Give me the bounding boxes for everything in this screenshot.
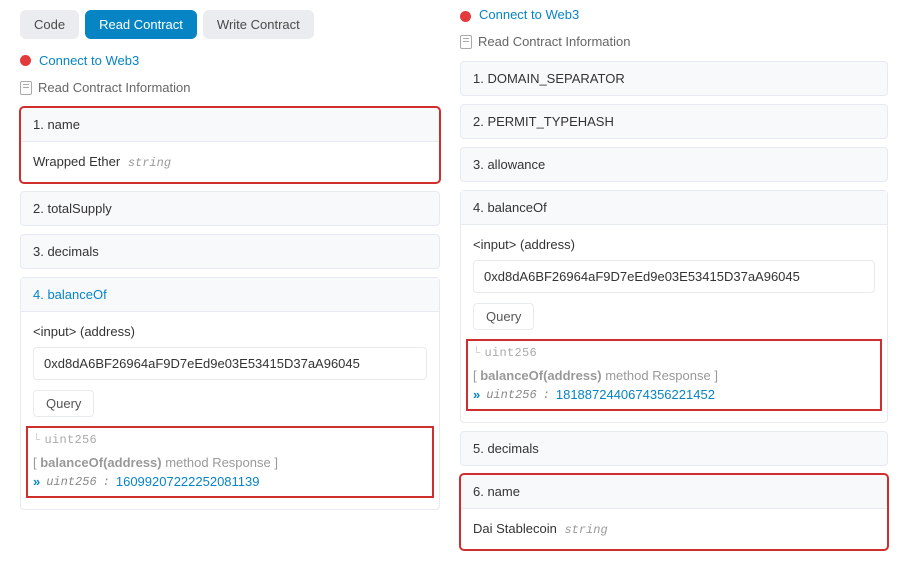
balance-of-result: └ uint256 [ balanceOf(address) method Re…: [467, 340, 881, 410]
read-contract-info-label: Read Contract Information: [478, 34, 630, 49]
method-balance-of-body: <input> (address) Query └ uint256 [ bala…: [21, 312, 439, 509]
double-arrow-icon: »: [33, 474, 40, 489]
method-balance-of: 4. balanceOf <input> (address) Query └ u…: [20, 277, 440, 510]
method-domain-separator[interactable]: 1. DOMAIN_SEPARATOR: [460, 61, 888, 96]
connect-web3-row[interactable]: Connect to Web3: [20, 53, 440, 68]
method-decimals[interactable]: 5. decimals: [460, 431, 888, 466]
read-contract-info-row: Read Contract Information: [20, 80, 440, 95]
response-method: balanceOf(address): [40, 455, 161, 470]
tab-read-contract[interactable]: Read Contract: [85, 10, 197, 39]
method-balance-of-body: <input> (address) Query └ uint256 [ bala…: [461, 225, 887, 422]
tab-write-contract[interactable]: Write Contract: [203, 10, 314, 39]
balance-of-input-label: <input> (address): [33, 324, 427, 339]
balance-of-result: └ uint256 [ balanceOf(address) method Re…: [27, 427, 433, 497]
balance-of-input-label: <input> (address): [473, 237, 875, 252]
method-decimals[interactable]: 3. decimals: [20, 234, 440, 269]
method-name-header[interactable]: 6. name: [461, 475, 887, 509]
contract-tabs: Code Read Contract Write Contract: [20, 10, 440, 39]
response-method: balanceOf(address): [480, 368, 601, 383]
response-value-line: » uint256 : 16099207222252081139: [33, 474, 427, 489]
return-type: uint256: [485, 346, 538, 360]
method-allowance[interactable]: 3. allowance: [460, 147, 888, 182]
method-balance-of-header[interactable]: 4. balanceOf: [461, 191, 887, 225]
left-panel: Code Read Contract Write Contract Connec…: [20, 10, 440, 558]
response-label: [ balanceOf(address) method Response ]: [33, 455, 427, 470]
connect-web3-link[interactable]: Connect to Web3: [479, 10, 579, 22]
name-value: Dai Stablecoin: [473, 521, 557, 536]
connect-web3-row[interactable]: Connect to Web3: [460, 10, 888, 22]
file-icon: [460, 35, 472, 49]
method-name-header[interactable]: 1. name: [21, 108, 439, 142]
query-button[interactable]: Query: [473, 303, 534, 330]
result-type: uint256: [46, 475, 96, 489]
method-name[interactable]: 1. name Wrapped Ether string: [20, 107, 440, 183]
double-arrow-icon: »: [473, 387, 480, 402]
method-balance-of-header[interactable]: 4. balanceOf: [21, 278, 439, 312]
elbow-icon: └: [473, 346, 481, 360]
return-type: uint256: [45, 433, 98, 447]
read-contract-info-row: Read Contract Information: [460, 34, 888, 49]
tab-code[interactable]: Code: [20, 10, 79, 39]
connect-status-dot: [20, 55, 31, 66]
file-icon: [20, 81, 32, 95]
name-type: string: [128, 156, 171, 170]
connect-web3-link[interactable]: Connect to Web3: [39, 53, 139, 68]
balance-of-address-input[interactable]: [33, 347, 427, 380]
name-value: Wrapped Ether: [33, 154, 120, 169]
elbow-icon: └: [33, 433, 41, 447]
return-type-row: └ uint256: [473, 346, 875, 360]
method-permit-typehash[interactable]: 2. PERMIT_TYPEHASH: [460, 104, 888, 139]
method-name-body: Dai Stablecoin string: [461, 509, 887, 549]
right-panel: Connect to Web3 Read Contract Informatio…: [460, 10, 888, 558]
response-label: [ balanceOf(address) method Response ]: [473, 368, 875, 383]
method-total-supply[interactable]: 2. totalSupply: [20, 191, 440, 226]
connect-status-dot: [460, 11, 471, 22]
method-name-body: Wrapped Ether string: [21, 142, 439, 182]
result-value[interactable]: 16099207222252081139: [116, 474, 260, 489]
result-value[interactable]: 1818872440674356221452: [556, 387, 715, 402]
query-button[interactable]: Query: [33, 390, 94, 417]
result-type: uint256: [486, 388, 536, 402]
return-type-row: └ uint256: [33, 433, 427, 447]
response-value-line: » uint256 : 1818872440674356221452: [473, 387, 875, 402]
method-name[interactable]: 6. name Dai Stablecoin string: [460, 474, 888, 550]
name-type: string: [564, 523, 607, 537]
method-balance-of: 4. balanceOf <input> (address) Query └ u…: [460, 190, 888, 423]
balance-of-address-input[interactable]: [473, 260, 875, 293]
read-contract-info-label: Read Contract Information: [38, 80, 190, 95]
